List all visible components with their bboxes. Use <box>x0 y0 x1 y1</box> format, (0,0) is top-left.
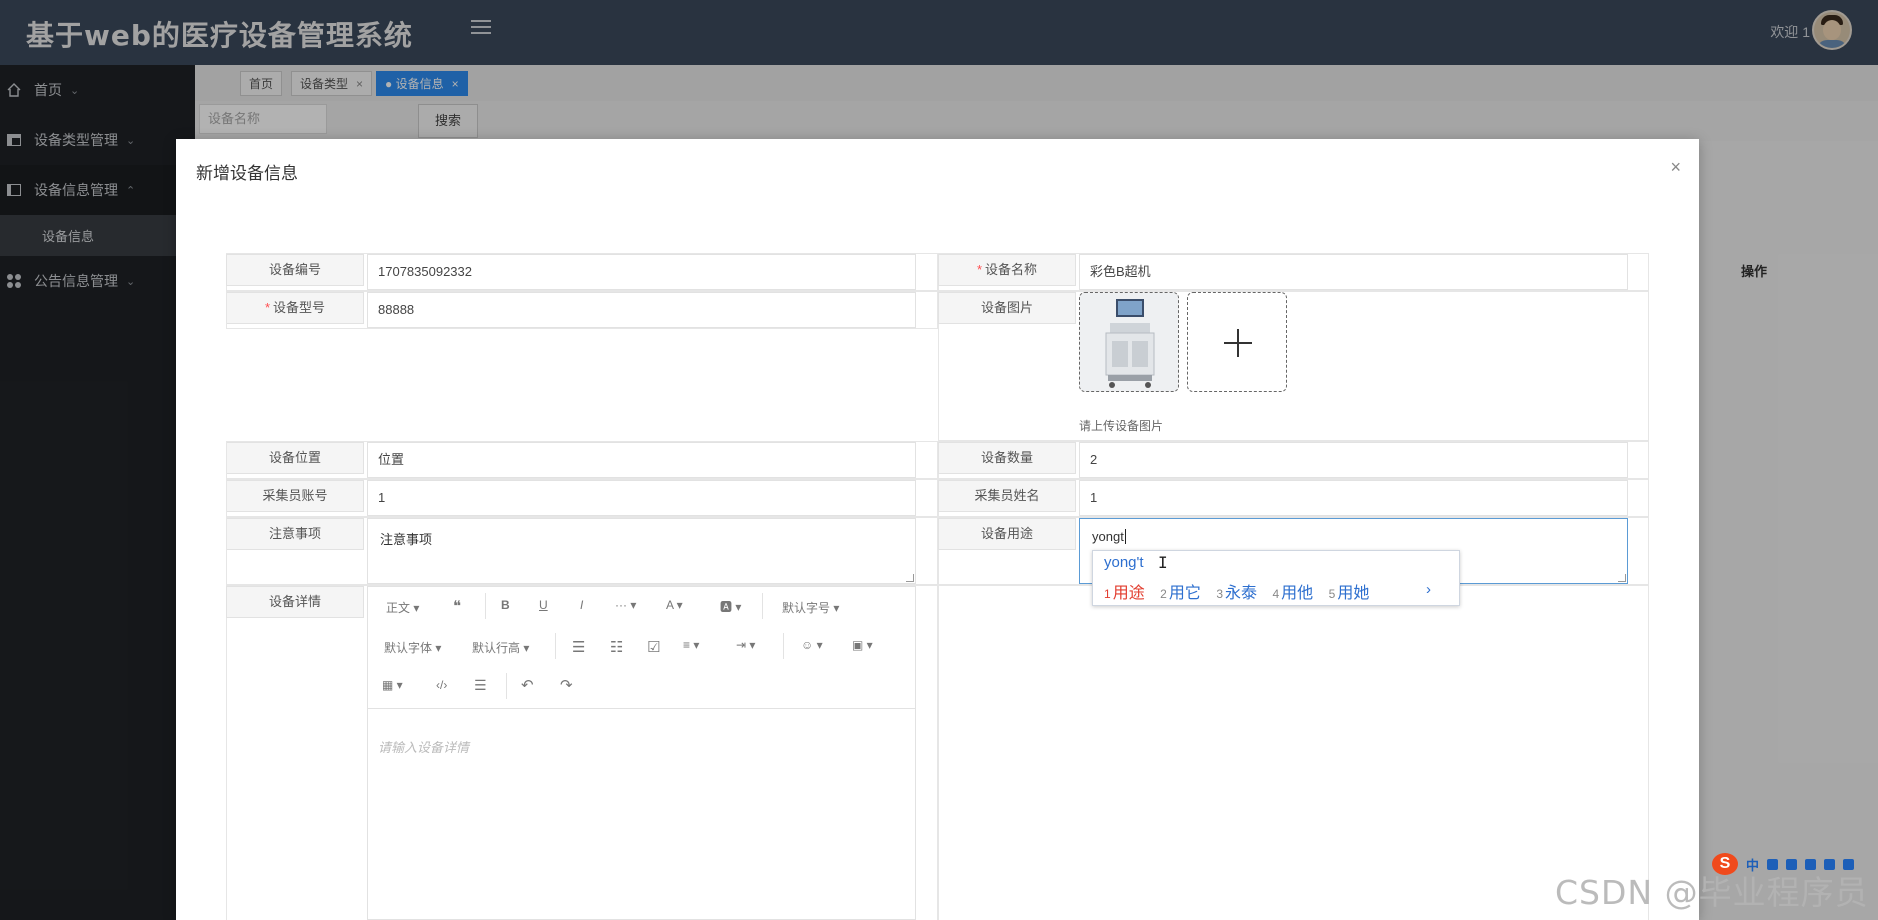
label-usage: 设备用途 <box>938 518 1076 550</box>
editor-placeholder: 请输入设备详情 <box>378 740 470 755</box>
paragraph-dropdown[interactable]: 正文 ▾ <box>386 599 419 616</box>
italic-icon[interactable]: I <box>580 598 583 612</box>
close-icon[interactable]: × <box>1670 157 1681 178</box>
ime-candidate[interactable]: 5 用她 <box>1329 585 1370 602</box>
usage-text: yongt <box>1092 529 1124 544</box>
label-quantity: 设备数量 <box>938 442 1076 474</box>
emoji-icon[interactable]: ☺ ▾ <box>801 638 823 652</box>
line-height-dropdown[interactable]: 默认行高 ▾ <box>472 639 529 656</box>
add-device-modal: 新增设备信息 × 设备编号 1707835092332 * 设备名称 彩色B超机 … <box>176 139 1699 920</box>
table-insert-icon[interactable]: ▦ ▾ <box>382 678 403 692</box>
row-box <box>226 441 938 479</box>
device-no-field[interactable]: 1707835092332 <box>367 254 916 290</box>
undo-icon[interactable]: ↶ <box>521 676 534 694</box>
row-box <box>938 585 1649 920</box>
bold-icon[interactable]: B <box>501 598 510 612</box>
chevron-right-icon[interactable]: › <box>1426 581 1431 598</box>
quantity-field[interactable]: 2 <box>1079 442 1628 478</box>
numbered-list-icon[interactable]: ☷ <box>610 638 623 656</box>
redo-icon[interactable]: ↷ <box>560 676 573 694</box>
label-device-name: * 设备名称 <box>938 254 1076 286</box>
ime-candidates: 1 用途 2 用它 3 永泰 4 用他 5 用她 <box>1104 579 1380 603</box>
label-collector-name: 采集员姓名 <box>938 480 1076 512</box>
indent-dropdown[interactable]: ⇥ ▾ <box>736 638 755 652</box>
image-insert-icon[interactable]: ▣ ▾ <box>852 638 873 652</box>
details-rich-editor[interactable]: 正文 ▾ ❝ B U I ··· ▾ A ▾ 🅰 ▾ 默认字号 ▾ 默认字体 ▾… <box>367 586 916 920</box>
divider-icon[interactable]: ☰ <box>474 677 487 694</box>
collector-name-field[interactable]: 1 <box>1079 480 1628 516</box>
underline-icon[interactable]: U <box>539 598 548 612</box>
row-box <box>226 479 938 517</box>
bullet-list-icon[interactable]: ☰ <box>572 638 585 656</box>
font-size-dropdown[interactable]: 默认字号 ▾ <box>782 599 839 616</box>
font-family-dropdown[interactable]: 默认字体 ▾ <box>384 639 441 656</box>
ime-composition: yong't <box>1104 554 1144 571</box>
ime-candidate[interactable]: 2 用它 <box>1160 585 1201 602</box>
ime-candidate[interactable]: 1 用途 <box>1104 585 1145 602</box>
todo-checkbox-icon[interactable]: ☑ <box>647 638 660 656</box>
resize-handle[interactable] <box>1618 574 1626 582</box>
ime-candidate[interactable]: 4 用他 <box>1272 585 1313 602</box>
text-cursor-icon: I <box>1158 553 1168 572</box>
image-upload-hint: 请上传设备图片 <box>1079 419 1164 433</box>
quote-icon[interactable]: ❝ <box>453 597 461 615</box>
editor-toolbar: 正文 ▾ ❝ B U I ··· ▾ A ▾ 🅰 ▾ 默认字号 ▾ 默认字体 ▾… <box>368 587 915 709</box>
align-dropdown[interactable]: ≡ ▾ <box>683 638 699 652</box>
label-details: 设备详情 <box>226 586 364 618</box>
code-icon[interactable]: ‹/› <box>436 678 447 692</box>
font-color-icon[interactable]: A ▾ <box>666 598 683 612</box>
label-device-no: 设备编号 <box>226 254 364 286</box>
ime-candidate[interactable]: 3 永泰 <box>1216 585 1257 602</box>
label-device-image: 设备图片 <box>938 292 1076 324</box>
device-image-thumbnail[interactable] <box>1079 292 1179 392</box>
modal-title: 新增设备信息 <box>196 164 298 183</box>
ime-candidate-window: yong't 1 用途 2 用它 3 永泰 4 用他 5 用她 › <box>1092 550 1460 606</box>
more-styles-dropdown[interactable]: ··· ▾ <box>615 598 636 612</box>
ultrasound-image <box>1080 293 1178 391</box>
device-name-field[interactable]: 彩色B超机 <box>1079 254 1628 290</box>
image-upload-button[interactable] <box>1187 292 1287 392</box>
row-box <box>226 291 938 329</box>
text-caret <box>1124 529 1126 544</box>
watermark: CSDN @毕业程序员 <box>1555 873 1869 912</box>
background-color-icon[interactable]: 🅰 ▾ <box>720 598 741 615</box>
row-box <box>226 517 938 585</box>
